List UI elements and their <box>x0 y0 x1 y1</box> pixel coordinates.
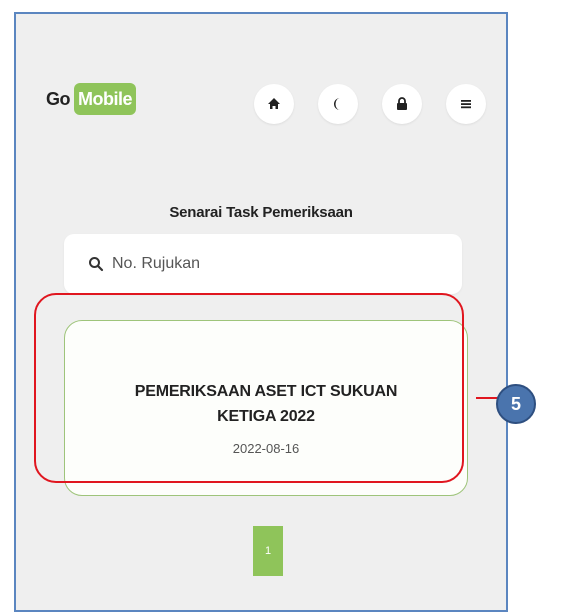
logo-mobile-badge: Mobile <box>74 83 136 115</box>
dark-mode-button[interactable] <box>318 84 358 124</box>
logo-go-text: Go <box>46 88 71 109</box>
lock-icon <box>397 97 407 110</box>
home-icon <box>268 98 280 109</box>
menu-icon <box>461 100 471 109</box>
search-input[interactable] <box>110 254 454 274</box>
annotation-callout: 5 <box>496 384 536 424</box>
page-title: Senarai Task Pemeriksaan <box>169 204 353 221</box>
annotation-connector <box>476 397 498 399</box>
app-logo[interactable]: Go Mobile <box>46 82 136 116</box>
moon-icon <box>334 98 340 110</box>
pagination-page-1[interactable]: 1 <box>253 526 283 576</box>
lock-button[interactable] <box>382 84 422 124</box>
home-button[interactable] <box>254 84 294 124</box>
annotation-highlight <box>34 293 464 483</box>
search-box[interactable] <box>64 234 462 294</box>
search-icon <box>88 256 104 272</box>
menu-button[interactable] <box>446 84 486 124</box>
